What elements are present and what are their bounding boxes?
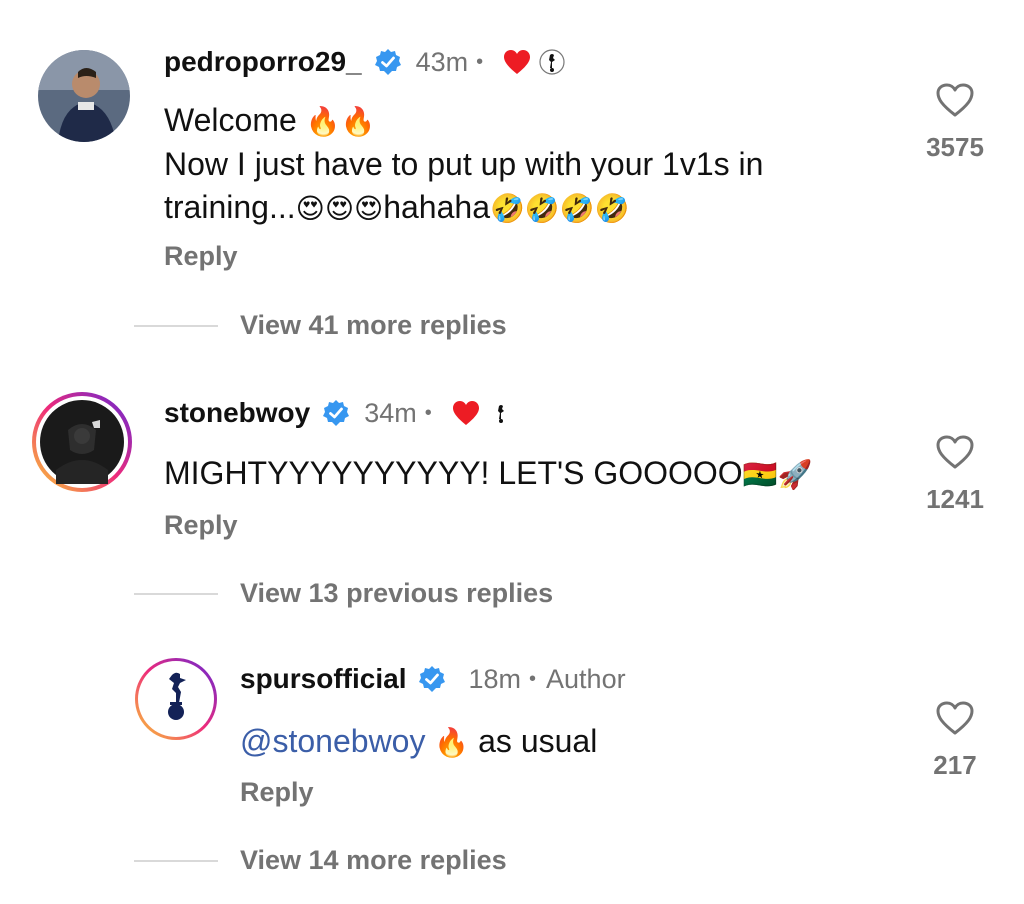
fire-emoji-icon: 🔥🔥 <box>305 105 376 138</box>
like-count: 3575 <box>926 132 984 162</box>
like-control: 1241 <box>910 434 1000 515</box>
fire-emoji-icon: 🔥 <box>434 726 470 759</box>
view-replies-row[interactable]: View 41 more replies <box>134 310 507 341</box>
author-label: Author <box>546 663 626 694</box>
comment-header: stonebwoy 34m • <box>164 393 514 433</box>
like-heart-icon[interactable] <box>935 700 975 736</box>
comment-time: 18m <box>468 663 522 694</box>
rofl-emoji-icon: 🤣🤣🤣🤣 <box>489 192 630 225</box>
comment-time: 43m <box>415 46 469 77</box>
view-previous-replies-button[interactable]: View 13 previous replies <box>240 578 553 609</box>
reply-button[interactable]: Reply <box>164 510 238 541</box>
like-heart-icon[interactable] <box>935 434 975 470</box>
ghana-flag-rocket-emoji-icon: 🇬🇭🚀 <box>742 458 813 491</box>
like-heart-icon[interactable] <box>935 82 975 118</box>
verified-badge-icon <box>322 399 350 427</box>
comment-header: spursofficial 18m • Author <box>240 659 626 699</box>
verified-badge-icon <box>418 665 446 693</box>
comment-text: @stonebwoy 🔥 as usual <box>240 720 880 764</box>
like-control: 3575 <box>910 82 1000 163</box>
like-control: 217 <box>910 700 1000 781</box>
heart-eyes-emoji-icon: 😍😍😍 <box>295 192 384 225</box>
view-more-replies-button[interactable]: View 14 more replies <box>240 845 507 876</box>
comment-text: Welcome 🔥🔥 Now I just have to put up wit… <box>164 99 884 230</box>
comment-text: MIGHTYYYYYYYYYY! LET'S GOOOOO🇬🇭🚀 <box>164 452 904 496</box>
creator-liked-heart-icon <box>452 400 480 426</box>
username[interactable]: stonebwoy <box>164 397 310 429</box>
verified-badge-icon <box>374 48 402 76</box>
like-count: 217 <box>933 750 977 780</box>
reply-button[interactable]: Reply <box>240 777 314 808</box>
username[interactable]: pedroporro29_ <box>164 46 362 78</box>
comment-text-line: as usual <box>478 723 598 759</box>
separator-dot: • <box>476 50 484 73</box>
comment-text-line: training... <box>164 189 296 225</box>
creator-avatar-icon <box>488 400 514 426</box>
comment-text-line: Welcome <box>164 102 306 138</box>
divider-line <box>134 592 218 595</box>
creator-liked-heart-icon <box>503 49 531 75</box>
comment-text-word: hahaha <box>383 189 490 225</box>
username[interactable]: spursofficial <box>240 663 406 695</box>
divider-line <box>134 859 218 862</box>
comment-text-line: MIGHTYYYYYYYYYY! LET'S GOOOOO <box>164 455 743 491</box>
comment-text-line: Now I just have to put up with your 1v1s… <box>164 146 764 182</box>
like-count: 1241 <box>926 484 984 514</box>
view-more-replies-button[interactable]: View 41 more replies <box>240 310 507 341</box>
mention-link[interactable]: @stonebwoy <box>240 723 425 759</box>
view-replies-row[interactable]: View 14 more replies <box>134 845 507 876</box>
view-replies-row[interactable]: View 13 previous replies <box>134 578 553 609</box>
divider-line <box>134 324 218 327</box>
avatar[interactable] <box>38 50 130 142</box>
comment-time: 34m <box>364 397 417 428</box>
avatar-with-story-ring[interactable] <box>134 657 218 741</box>
separator-dot: • <box>424 401 432 424</box>
avatar-with-story-ring[interactable] <box>30 390 134 494</box>
reply-button[interactable]: Reply <box>164 241 238 272</box>
comment-header: pedroporro29_ 43m • <box>164 42 565 82</box>
separator-dot: • <box>529 667 537 690</box>
creator-avatar-icon <box>539 49 565 75</box>
